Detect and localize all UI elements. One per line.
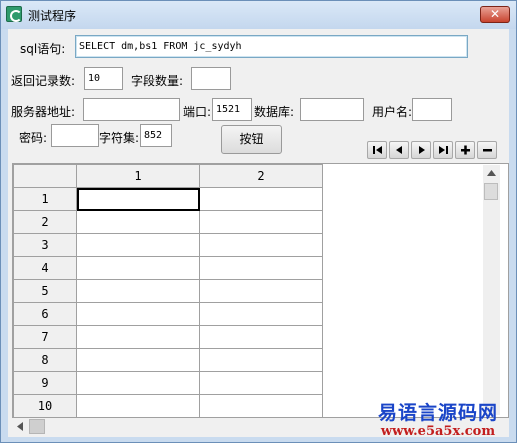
sql-label: sql语句:	[20, 42, 66, 56]
grid-cell[interactable]	[199, 256, 323, 280]
password-label: 密码:	[19, 131, 48, 145]
server-input[interactable]	[83, 98, 180, 121]
charset-input[interactable]: 852	[140, 124, 172, 147]
sql-input[interactable]: SELECT dm,bs1 FROM jc_sydyh	[75, 35, 468, 58]
grid-cell[interactable]	[76, 187, 200, 211]
watermark-title: 易语言源码网	[377, 402, 498, 424]
grid-cell[interactable]	[76, 302, 200, 326]
scroll-up-icon[interactable]	[487, 170, 496, 176]
grid-cell[interactable]	[199, 394, 323, 417]
grid-column-header[interactable]: 2	[199, 164, 323, 188]
port-label: 端口:	[183, 105, 212, 119]
window-title: 测试程序	[28, 9, 77, 23]
database-label: 数据库:	[254, 105, 295, 119]
grid-corner-cell	[13, 164, 77, 188]
client-area: sql语句: SELECT dm,bs1 FROM jc_sydyh 返回记录数…	[8, 29, 509, 437]
grid-cell[interactable]	[76, 210, 200, 234]
charset-label: 字符集:	[99, 131, 140, 145]
grid-cell[interactable]	[199, 371, 323, 395]
grid-cell[interactable]	[199, 187, 323, 211]
port-input[interactable]: 1521	[212, 98, 252, 121]
action-button[interactable]: 按钮	[221, 125, 282, 154]
vertical-scroll-thumb[interactable]	[484, 183, 498, 200]
username-label: 用户名:	[372, 105, 413, 119]
app-icon	[6, 6, 22, 22]
grid-cell[interactable]	[199, 210, 323, 234]
grid-cell[interactable]	[76, 279, 200, 303]
grid-table: 12 1 2 3 4 5 6 7 8 9 10	[13, 164, 323, 417]
last-record-button[interactable]	[433, 141, 453, 159]
table-row: 1	[13, 187, 323, 211]
field-count-label: 字段数量:	[131, 74, 184, 88]
grid-row-header[interactable]: 8	[13, 348, 77, 372]
prior-record-button[interactable]	[389, 141, 409, 159]
grid-row-header[interactable]: 2	[13, 210, 77, 234]
grid-cell[interactable]	[199, 348, 323, 372]
table-row: 2	[13, 210, 323, 234]
close-button[interactable]: ✕	[480, 6, 510, 23]
database-input[interactable]	[300, 98, 364, 121]
grid-cell[interactable]	[199, 325, 323, 349]
table-row: 3	[13, 233, 323, 257]
grid-cell[interactable]	[76, 233, 200, 257]
table-row: 8	[13, 348, 323, 372]
main-window: 测试程序 ✕ sql语句: SELECT dm,bs1 FROM jc_sydy…	[0, 0, 517, 443]
prior-record-icon	[396, 146, 402, 154]
add-record-button[interactable]	[455, 141, 475, 159]
first-record-button[interactable]	[367, 141, 387, 159]
first-record-icon	[373, 146, 382, 154]
grid-row-header[interactable]: 10	[13, 394, 77, 417]
add-record-icon	[461, 145, 470, 155]
record-count-input[interactable]: 10	[84, 67, 123, 90]
grid-row-header[interactable]: 1	[13, 187, 77, 211]
table-row: 6	[13, 302, 323, 326]
record-count-label: 返回记录数:	[11, 74, 76, 88]
next-record-button[interactable]	[411, 141, 431, 159]
last-record-icon	[439, 146, 448, 154]
scroll-left-icon[interactable]	[17, 422, 23, 431]
grid-cell[interactable]	[76, 256, 200, 280]
username-input[interactable]	[412, 98, 452, 121]
field-count-input[interactable]	[191, 67, 231, 90]
delete-record-button[interactable]	[477, 141, 497, 159]
table-row: 10	[13, 394, 323, 417]
table-row: 4	[13, 256, 323, 280]
grid-cell[interactable]	[199, 279, 323, 303]
site-watermark: 易语言源码网 www.e5a5x.com	[378, 402, 498, 439]
grid-cell[interactable]	[199, 233, 323, 257]
vertical-scrollbar[interactable]	[483, 165, 500, 415]
horizontal-scroll-thumb[interactable]	[29, 419, 45, 434]
table-row: 9	[13, 371, 323, 395]
grid-row-header[interactable]: 5	[13, 279, 77, 303]
grid-cell[interactable]	[76, 348, 200, 372]
server-label: 服务器地址:	[11, 105, 76, 119]
grid-row-header[interactable]: 4	[13, 256, 77, 280]
table-row: 7	[13, 325, 323, 349]
grid-row-header[interactable]: 6	[13, 302, 77, 326]
grid-row-header[interactable]: 3	[13, 233, 77, 257]
delete-record-icon	[483, 149, 492, 152]
grid-cell[interactable]	[76, 394, 200, 417]
grid-cell[interactable]	[199, 302, 323, 326]
next-record-icon	[419, 146, 425, 154]
grid-cell[interactable]	[76, 325, 200, 349]
grid-row-header[interactable]: 7	[13, 325, 77, 349]
table-row: 5	[13, 279, 323, 303]
grid-row-header[interactable]: 9	[13, 371, 77, 395]
grid-column-header[interactable]: 1	[76, 164, 200, 188]
watermark-url: www.e5a5x.com	[380, 424, 496, 439]
title-bar[interactable]: 测试程序 ✕	[1, 1, 516, 29]
password-input[interactable]	[51, 124, 99, 147]
grid-cell[interactable]	[76, 371, 200, 395]
data-grid[interactable]: 12 1 2 3 4 5 6 7 8 9 10	[12, 163, 509, 418]
